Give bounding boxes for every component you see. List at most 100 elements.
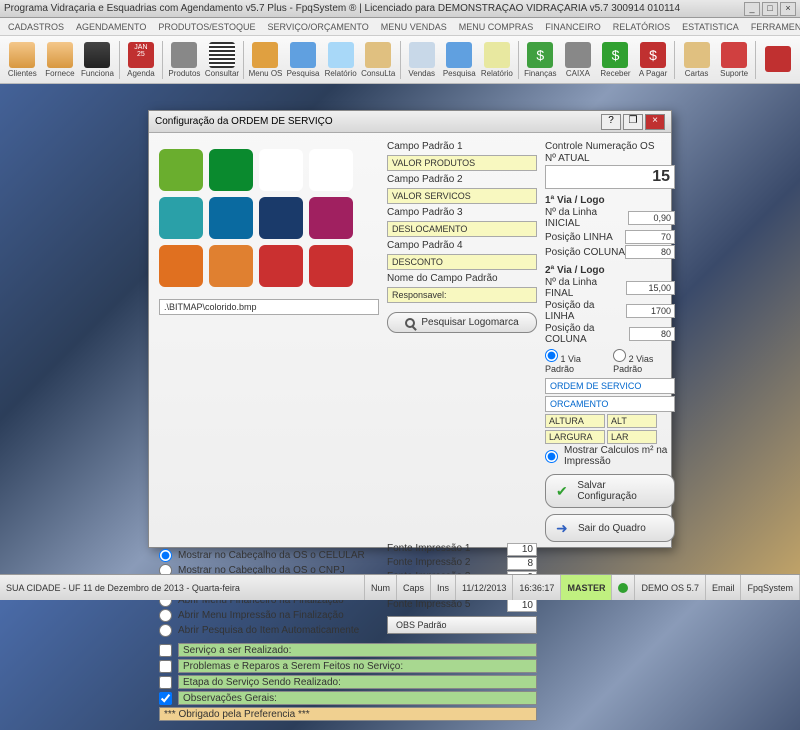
color-swatch-0[interactable] bbox=[159, 149, 203, 191]
minimize-button[interactable]: _ bbox=[744, 2, 760, 16]
check-icon: ✔ bbox=[556, 483, 571, 499]
pos-linha-input[interactable]: 70 bbox=[625, 230, 675, 244]
pos-coluna2-input[interactable]: 80 bbox=[629, 327, 675, 341]
status-email[interactable]: Email bbox=[706, 575, 742, 600]
tool-exit[interactable] bbox=[759, 38, 796, 82]
dialog-help-button[interactable]: ? bbox=[601, 114, 621, 130]
window-titlebar: Programa Vidraçaria e Esquadrias com Age… bbox=[0, 0, 800, 18]
menu-agendamento[interactable]: AGENDAMENTO bbox=[70, 20, 152, 34]
radio-pesquisa[interactable]: Abrir Pesquisa do Item Automaticamente bbox=[159, 623, 379, 638]
tool-vendas[interactable]: Vendas bbox=[403, 38, 440, 82]
tool-relatorio2[interactable]: Relatório bbox=[479, 38, 516, 82]
color-swatch-2[interactable] bbox=[259, 149, 303, 191]
pesquisa2-icon bbox=[446, 42, 472, 68]
font2-input[interactable]: 8 bbox=[507, 557, 537, 570]
tool-produtos[interactable]: Produtos bbox=[166, 38, 203, 82]
pos-coluna-input[interactable]: 80 bbox=[625, 245, 675, 259]
field2-label: Campo Padrão 2 bbox=[387, 174, 537, 185]
menu-cadastros[interactable]: CADASTROS bbox=[2, 20, 70, 34]
tool-consulta2[interactable]: ConsuLta bbox=[360, 38, 397, 82]
pos-linha2-input[interactable]: 1700 bbox=[626, 304, 675, 318]
menu-servico[interactable]: SERVIÇO/ORÇAMENTO bbox=[262, 20, 375, 34]
sair-button[interactable]: ➜Sair do Quadro bbox=[545, 514, 675, 542]
menu-relatorios[interactable]: RELATÓRIOS bbox=[607, 20, 676, 34]
tool-fornece[interactable]: Fornece bbox=[42, 38, 79, 82]
field4-label: Campo Padrão 4 bbox=[387, 240, 537, 251]
radio-1via[interactable]: 1 Via Padrão bbox=[545, 349, 603, 374]
tool-suporte[interactable]: Suporte bbox=[716, 38, 753, 82]
menu-vendas[interactable]: MENU VENDAS bbox=[375, 20, 453, 34]
dialog-restore-button[interactable]: ❐ bbox=[623, 114, 643, 130]
menubar: CADASTROS AGENDAMENTO PRODUTOS/ESTOQUE S… bbox=[0, 18, 800, 36]
menu-financeiro[interactable]: FINANCEIRO bbox=[539, 20, 607, 34]
toolbar-separator bbox=[518, 41, 519, 79]
atual-value[interactable]: 15 bbox=[545, 165, 675, 189]
color-swatch-10[interactable] bbox=[259, 245, 303, 287]
tool-cartas[interactable]: Cartas bbox=[678, 38, 715, 82]
os-box[interactable]: ORDEM DE SERVICO bbox=[545, 378, 675, 394]
color-swatch-11[interactable] bbox=[309, 245, 353, 287]
tool-relatorio[interactable]: Relatório bbox=[322, 38, 359, 82]
tool-financas[interactable]: $Finanças bbox=[522, 38, 559, 82]
nome-input[interactable]: Responsavel: bbox=[387, 287, 537, 303]
tool-receber[interactable]: $Receber bbox=[597, 38, 634, 82]
close-button[interactable]: × bbox=[780, 2, 796, 16]
check-obs[interactable] bbox=[159, 692, 172, 705]
field1-input[interactable]: VALOR PRODUTOS bbox=[387, 155, 537, 171]
field3-input[interactable]: DESLOCAMENTO bbox=[387, 221, 537, 237]
toolbar-separator bbox=[162, 41, 163, 79]
tool-menuos[interactable]: Menu OS bbox=[247, 38, 284, 82]
obs-padrao-button[interactable]: OBS Padrão bbox=[387, 616, 537, 634]
dialog-close-button[interactable]: × bbox=[645, 114, 665, 130]
maximize-button[interactable]: □ bbox=[762, 2, 778, 16]
tool-apagar[interactable]: $A Pagar bbox=[635, 38, 672, 82]
menu-compras[interactable]: MENU COMPRAS bbox=[453, 20, 540, 34]
check-servico[interactable] bbox=[159, 644, 172, 657]
orcamento-box[interactable]: ORCAMENTO bbox=[545, 396, 675, 412]
check-etapa[interactable] bbox=[159, 676, 172, 689]
tool-funciona[interactable]: Funciona bbox=[79, 38, 116, 82]
field2-input[interactable]: VALOR SERVICOS bbox=[387, 188, 537, 204]
tool-clientes[interactable]: Clientes bbox=[4, 38, 41, 82]
tool-pesquisa2[interactable]: Pesquisa bbox=[441, 38, 478, 82]
color-swatch-9[interactable] bbox=[209, 245, 253, 287]
color-swatch-7[interactable] bbox=[309, 197, 353, 239]
salvar-button[interactable]: ✔Salvar Configuração bbox=[545, 474, 675, 508]
radio-2vias[interactable]: 2 Vias Padrão bbox=[613, 349, 675, 374]
tool-pesquisa[interactable]: Pesquisa bbox=[285, 38, 322, 82]
tool-caixa[interactable]: CAIXA bbox=[560, 38, 597, 82]
largura-input[interactable]: LAR bbox=[607, 430, 657, 444]
color-swatch-3[interactable] bbox=[309, 149, 353, 191]
status-demo: DEMO OS 5.7 bbox=[635, 575, 706, 600]
tool-agenda[interactable]: JAN25Agenda bbox=[123, 38, 160, 82]
radio-impressao[interactable]: Abrir Menu Impressão na Finalização bbox=[159, 608, 379, 623]
check-problemas[interactable] bbox=[159, 660, 172, 673]
linha-final-input[interactable]: 15,00 bbox=[626, 281, 675, 295]
field4-input[interactable]: DESCONTO bbox=[387, 254, 537, 270]
menu-produtos[interactable]: PRODUTOS/ESTOQUE bbox=[152, 20, 261, 34]
tool-consultar[interactable]: Consultar bbox=[204, 38, 241, 82]
status-num: Num bbox=[365, 575, 397, 600]
altura-input[interactable]: ALT bbox=[607, 414, 657, 428]
color-swatch-6[interactable] bbox=[259, 197, 303, 239]
bitmap-path-field[interactable]: .\BITMAP\colorido.bmp bbox=[159, 299, 379, 315]
relatorio2-icon bbox=[484, 42, 510, 68]
receber-icon: $ bbox=[602, 42, 628, 68]
color-swatch-8[interactable] bbox=[159, 245, 203, 287]
radio-mostrar-calc[interactable]: Mostrar Calculos m² na Impressão bbox=[545, 444, 675, 468]
radio-celular[interactable]: Mostrar no Cabeçalho da OS o CELULAR bbox=[159, 548, 379, 563]
color-swatch-5[interactable] bbox=[209, 197, 253, 239]
menu-estatistica[interactable]: ESTATISTICA bbox=[676, 20, 745, 34]
font5-input[interactable]: 10 bbox=[507, 599, 537, 612]
bar-etapa: Etapa do Serviço Sendo Realizado: bbox=[178, 675, 537, 689]
status-fpq[interactable]: FpqSystem bbox=[741, 575, 800, 600]
color-swatch-1[interactable] bbox=[209, 149, 253, 191]
menu-ferramentas[interactable]: FERRAMENTAS bbox=[745, 20, 800, 34]
linha-inicial-input[interactable]: 0,90 bbox=[628, 211, 675, 225]
status-caps: Caps bbox=[397, 575, 431, 600]
color-swatch-4[interactable] bbox=[159, 197, 203, 239]
nome-label: Nome do Campo Padrão bbox=[387, 273, 537, 284]
consultar-icon bbox=[209, 42, 235, 68]
font1-input[interactable]: 10 bbox=[507, 543, 537, 556]
pesquisar-logomarca-button[interactable]: Pesquisar Logomarca bbox=[387, 312, 537, 333]
